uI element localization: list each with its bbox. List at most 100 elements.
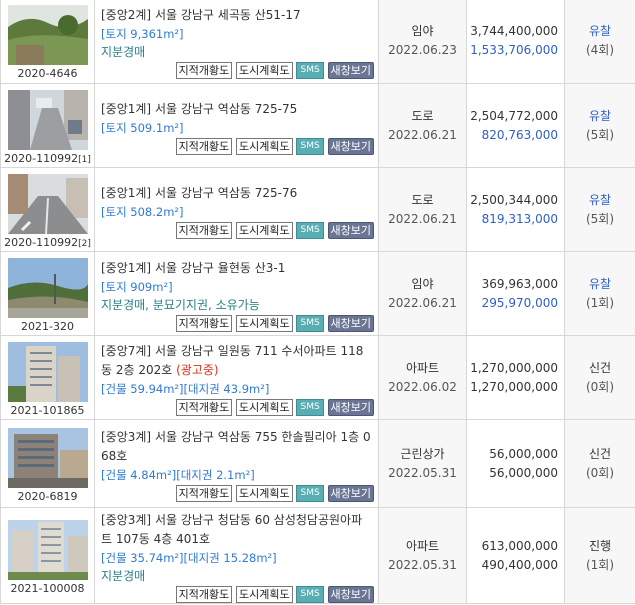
- case-number[interactable]: 2020-110992[1]: [1, 152, 94, 165]
- city-plan-button[interactable]: 도시계획도: [236, 586, 293, 603]
- property-address[interactable]: [중앙3계] 서울 강남구 청담동 60 삼성청담공원아파 트 107동 4층 4…: [101, 511, 374, 549]
- price-cell: 56,000,000 56,000,000: [466, 419, 565, 508]
- property-address[interactable]: [중앙1계] 서울 강남구 역삼동 725-76: [101, 184, 374, 203]
- auction-status: 진행: [588, 538, 612, 553]
- action-buttons: 지적개황도 도시계획도 SMS 새창보기: [101, 221, 374, 239]
- minimum-price: 56,000,000: [489, 465, 558, 480]
- failure-count: (1회): [585, 557, 615, 572]
- sms-button[interactable]: SMS: [296, 221, 324, 239]
- new-window-button[interactable]: 새창보기: [327, 221, 374, 239]
- new-window-button[interactable]: 새창보기: [327, 314, 374, 332]
- property-info-cell: [중앙3계] 서울 강남구 청담동 60 삼성청담공원아파 트 107동 4층 4…: [94, 507, 379, 604]
- city-plan-button[interactable]: 도시계획도: [236, 221, 293, 239]
- minimum-price: 1,270,000,000: [470, 379, 558, 394]
- property-use: 도로: [411, 108, 434, 123]
- case-number[interactable]: 2021-101865: [1, 404, 94, 417]
- city-plan-button[interactable]: 도시계획도: [236, 137, 293, 155]
- case-number[interactable]: 2020-4646: [1, 67, 94, 80]
- price-cell: 2,504,772,000 820,763,000: [466, 83, 565, 168]
- minimum-price: 1,533,706,000: [470, 43, 558, 57]
- property-address[interactable]: [중앙1계] 서울 강남구 역삼동 725-75: [101, 100, 374, 119]
- ad-label: (광고중): [176, 363, 219, 377]
- action-buttons: 지적개황도 도시계획도 SMS 새창보기: [101, 137, 374, 155]
- minimum-price: 295,970,000: [481, 295, 558, 310]
- cadastral-map-button[interactable]: 지적개황도: [175, 137, 233, 155]
- use-date-cell: 임야 2022.06.23: [378, 0, 467, 84]
- action-buttons: 지적개황도 도시계획도 SMS 새창보기: [101, 314, 374, 332]
- case-number[interactable]: 2020-6819: [1, 490, 94, 503]
- appraisal-price: 3,744,400,000: [470, 24, 558, 38]
- property-area: [건물 4.84m²][대지권 2.1m²]: [101, 468, 255, 482]
- case-number[interactable]: 2021-100008: [1, 582, 94, 595]
- case-number[interactable]: 2020-110992[2]: [1, 236, 94, 249]
- result-cell: 신건 (0회): [564, 335, 635, 420]
- cadastral-map-button[interactable]: 지적개황도: [175, 399, 233, 416]
- sms-button[interactable]: SMS: [296, 137, 324, 155]
- property-area: [건물 35.74m²][대지권 15.28m²]: [101, 551, 277, 565]
- property-use: 임야: [411, 276, 434, 291]
- property-photo[interactable]: [7, 257, 88, 318]
- table-row: 2021-101865 [중앙7계] 서울 강남구 일원동 711 수서아파트 …: [0, 335, 635, 420]
- property-photo[interactable]: [7, 89, 88, 150]
- sms-button[interactable]: SMS: [296, 399, 324, 416]
- property-address[interactable]: [중앙1계] 서울 강남구 율현동 산3-1: [101, 259, 374, 278]
- sms-button[interactable]: SMS: [296, 62, 324, 79]
- use-date-cell: 임야 2022.06.21: [378, 251, 467, 336]
- minimum-price: 490,400,000: [481, 557, 558, 572]
- use-date-cell: 아파트 2022.06.02: [378, 335, 467, 420]
- auction-date: 2022.06.23: [388, 43, 457, 57]
- property-note: 지분경매: [101, 45, 146, 59]
- new-window-button[interactable]: 새창보기: [327, 399, 374, 416]
- city-plan-button[interactable]: 도시계획도: [236, 399, 293, 416]
- price-cell: 1,270,000,000 1,270,000,000: [466, 335, 565, 420]
- property-photo[interactable]: [7, 519, 88, 580]
- case-number[interactable]: 2021-320: [1, 320, 94, 333]
- property-info-cell: [중앙2계] 서울 강남구 세곡동 산51-17 [토지 9,361m²] 지분…: [94, 0, 379, 84]
- appraisal-price: 2,504,772,000: [470, 108, 558, 123]
- use-date-cell: 도로 2022.06.21: [378, 167, 467, 252]
- failure-count: (0회): [585, 465, 615, 480]
- new-window-button[interactable]: 새창보기: [327, 137, 374, 155]
- city-plan-button[interactable]: 도시계획도: [236, 314, 293, 332]
- new-window-button[interactable]: 새창보기: [327, 62, 374, 79]
- auction-date: 2022.06.21: [388, 211, 457, 226]
- cadastral-map-button[interactable]: 지적개황도: [175, 314, 233, 332]
- property-photo[interactable]: [7, 173, 88, 234]
- new-window-button[interactable]: 새창보기: [327, 485, 374, 502]
- action-buttons: 지적개황도 도시계획도 SMS 새창보기: [101, 399, 374, 416]
- sms-button[interactable]: SMS: [296, 314, 324, 332]
- property-info-cell: [중앙1계] 서울 강남구 율현동 산3-1 [토지 909m²] 지분경매, …: [94, 251, 379, 336]
- action-buttons: 지적개황도 도시계획도 SMS 새창보기: [101, 62, 374, 79]
- property-address[interactable]: [중앙2계] 서울 강남구 세곡동 산51-17: [101, 6, 374, 25]
- failure-count: (4회): [585, 43, 615, 57]
- property-photo[interactable]: [7, 341, 88, 402]
- property-note: 지분경매: [101, 569, 146, 583]
- cadastral-map-button[interactable]: 지적개황도: [175, 62, 233, 79]
- thumbnail-cell: 2020-110992[1]: [0, 83, 95, 168]
- city-plan-button[interactable]: 도시계획도: [236, 485, 293, 502]
- cadastral-map-button[interactable]: 지적개황도: [175, 221, 233, 239]
- cadastral-map-button[interactable]: 지적개황도: [175, 485, 233, 502]
- thumbnail-cell: 2021-101865: [0, 335, 95, 420]
- sms-button[interactable]: SMS: [296, 586, 324, 603]
- action-buttons: 지적개황도 도시계획도 SMS 새창보기: [101, 586, 374, 603]
- property-use: 아파트: [405, 538, 440, 553]
- property-use: 근린상가: [400, 446, 445, 461]
- new-window-button[interactable]: 새창보기: [327, 586, 374, 603]
- property-photo[interactable]: [7, 5, 88, 65]
- city-plan-button[interactable]: 도시계획도: [236, 62, 293, 79]
- cadastral-map-button[interactable]: 지적개황도: [175, 586, 233, 603]
- property-address[interactable]: [중앙3계] 서울 강남구 역삼동 755 한솔필리아 1층 0 68호: [101, 428, 374, 466]
- price-cell: 613,000,000 490,400,000: [466, 507, 565, 604]
- property-info-cell: [중앙1계] 서울 강남구 역삼동 725-76 [토지 508.2m²] 지적…: [94, 167, 379, 252]
- property-use: 임야: [411, 24, 434, 38]
- property-address[interactable]: [중앙7계] 서울 강남구 일원동 711 수서아파트 118 동 2층 202호…: [101, 342, 374, 380]
- property-area: [토지 509.1m²]: [101, 120, 184, 135]
- table-row: 2020-6819 [중앙3계] 서울 강남구 역삼동 755 한솔필리아 1층…: [0, 419, 635, 508]
- thumbnail-cell: 2021-320: [0, 251, 95, 336]
- auction-listing-table: 2020-4646 [중앙2계] 서울 강남구 세곡동 산51-17 [토지 9…: [0, 0, 635, 604]
- minimum-price: 819,313,000: [481, 211, 558, 226]
- property-photo[interactable]: [7, 427, 88, 488]
- property-use: 아파트: [405, 360, 440, 375]
- sms-button[interactable]: SMS: [296, 485, 324, 502]
